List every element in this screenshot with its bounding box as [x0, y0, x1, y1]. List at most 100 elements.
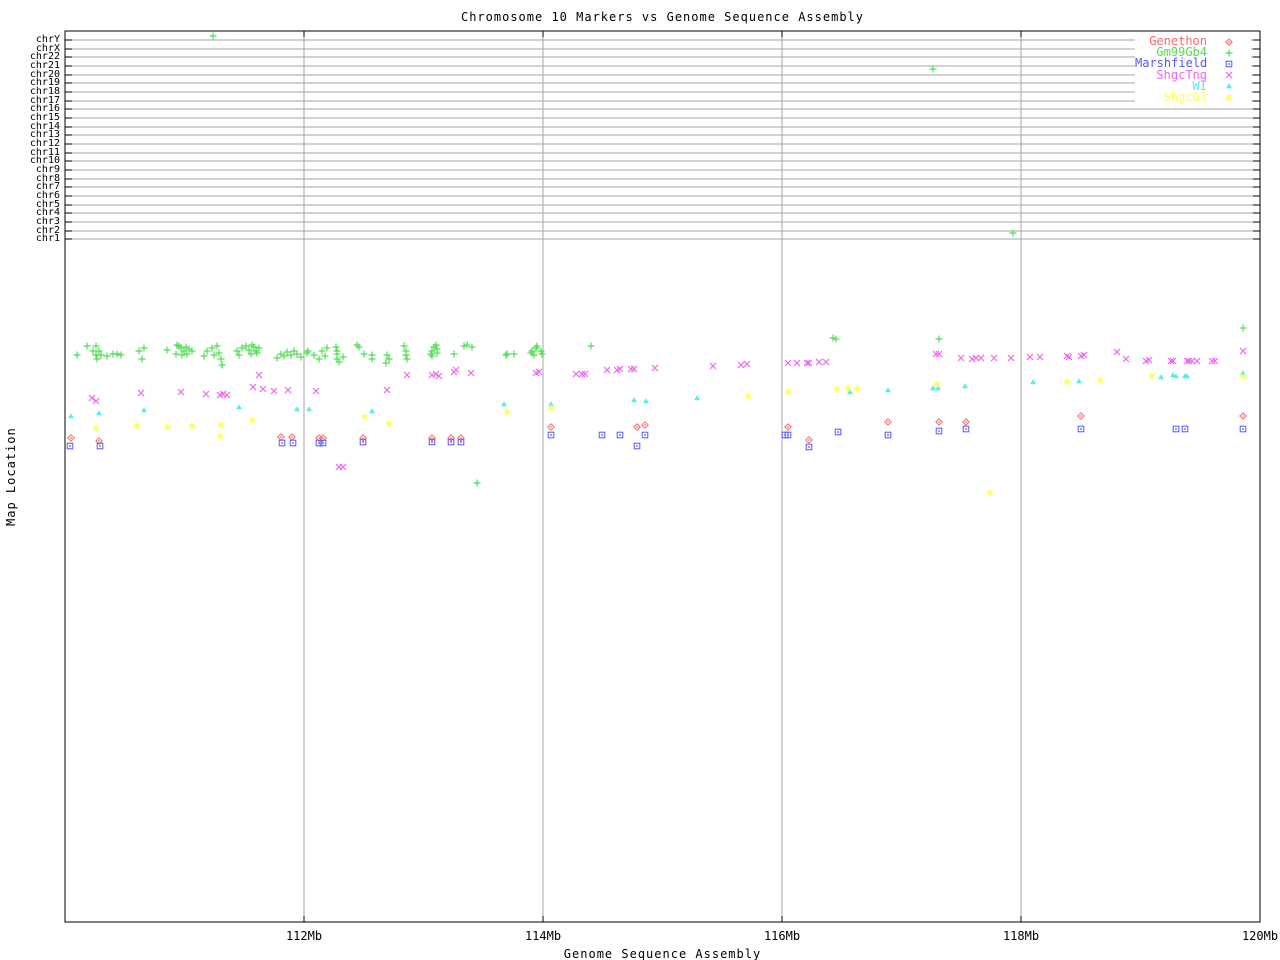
data-point-marker [1076, 378, 1082, 384]
data-point-marker [1181, 425, 1189, 433]
data-point-marker [977, 354, 985, 362]
data-point-marker [805, 443, 813, 451]
data-point-marker [310, 351, 318, 359]
diamond-dot-icon [1207, 36, 1251, 48]
data-point-marker [578, 370, 586, 378]
data-point-marker [884, 431, 892, 439]
data-point-marker [822, 358, 830, 366]
data-point-marker [633, 442, 641, 450]
star-icon [1207, 92, 1251, 104]
data-point-marker [248, 416, 256, 424]
data-point-marker [255, 371, 263, 379]
data-point-marker [986, 489, 994, 497]
y-axis-title: Map Location [4, 427, 18, 526]
data-point-marker [503, 350, 511, 358]
x-tick-label-116Mb: 116Mb [763, 929, 801, 943]
data-point-marker [1122, 355, 1130, 363]
data-point-marker [633, 423, 641, 431]
data-point-marker [1063, 378, 1071, 386]
data-point-marker [217, 355, 225, 363]
data-point-marker [1225, 60, 1233, 68]
data-point-marker [933, 380, 941, 388]
data-point-marker [935, 385, 941, 391]
data-point-marker [288, 433, 296, 441]
data-point-marker [1239, 425, 1247, 433]
data-point-marker [737, 361, 745, 369]
data-point-marker [1077, 412, 1085, 420]
x-tick-label-120Mb: 120Mb [1241, 929, 1279, 943]
x-tick-label-112Mb: 112Mb [285, 929, 323, 943]
data-point-marker [339, 353, 347, 361]
data-point-marker [1113, 348, 1121, 356]
legend-item-ShgcG3: ShgcG3 [1135, 90, 1251, 105]
data-point-marker [815, 358, 823, 366]
series-WI [68, 370, 1246, 419]
data-point-marker [368, 355, 376, 363]
data-point-marker [1030, 379, 1036, 385]
data-point-marker [360, 350, 368, 358]
data-point-marker [587, 342, 595, 350]
data-point-marker [361, 413, 369, 421]
plot-border [64, 30, 1261, 923]
data-point-marker [273, 354, 281, 362]
data-point-marker [270, 387, 278, 395]
data-point-marker [92, 397, 100, 405]
data-point-marker [450, 350, 458, 358]
data-point-marker [501, 401, 507, 407]
data-point-marker [935, 427, 943, 435]
data-point-marker [92, 424, 100, 432]
data-point-marker [616, 431, 624, 439]
chart-canvas: Chromosome 10 Markers vs Genome Sequence… [0, 0, 1280, 960]
data-point-marker [709, 362, 717, 370]
data-point-marker [598, 431, 606, 439]
data-point-marker [962, 425, 970, 433]
data-point-marker [369, 408, 375, 414]
plot-area [64, 30, 1261, 923]
x-tick-label-114Mb: 114Mb [524, 929, 562, 943]
data-point-marker [572, 370, 580, 378]
data-point-marker [581, 370, 589, 378]
data-point-marker [1148, 372, 1156, 380]
data-point-marker [403, 371, 411, 379]
data-point-marker [435, 372, 443, 380]
data-point-marker [447, 434, 455, 442]
data-point-marker [1158, 374, 1164, 380]
data-point-marker [217, 421, 225, 429]
data-point-marker [744, 392, 752, 400]
data-point-marker [935, 350, 943, 358]
data-point-marker [383, 386, 391, 394]
data-point-marker [359, 438, 367, 446]
data-point-marker [457, 434, 465, 442]
data-point-marker [428, 438, 436, 446]
data-point-marker [249, 383, 257, 391]
data-point-marker [1225, 49, 1233, 57]
data-point-marker [962, 418, 970, 426]
data-point-marker [641, 431, 649, 439]
data-point-marker [641, 421, 649, 429]
data-point-marker [96, 442, 104, 450]
data-point-marker [294, 406, 300, 412]
data-point-marker [1036, 353, 1044, 361]
data-point-marker [743, 360, 751, 368]
data-point-marker [627, 365, 635, 373]
data-point-marker [935, 418, 943, 426]
data-point-marker [278, 439, 286, 447]
data-point-marker [631, 397, 637, 403]
data-point-marker [784, 359, 792, 367]
data-point-marker [315, 355, 323, 363]
data-point-marker [885, 387, 891, 393]
data-point-marker [452, 366, 460, 374]
data-point-marker [784, 388, 792, 396]
data-point-marker [68, 413, 74, 419]
data-point-marker [853, 385, 861, 393]
data-point-marker [385, 419, 393, 427]
data-point-marker [163, 423, 171, 431]
data-point-marker [223, 391, 231, 399]
data-point-marker [1225, 71, 1233, 79]
data-point-marker [188, 422, 196, 430]
data-point-marker [510, 350, 518, 358]
legend-label: ShgcG3 [1163, 90, 1207, 105]
data-point-marker [428, 434, 436, 442]
data-point-marker [138, 355, 146, 363]
data-point-marker [1063, 352, 1071, 360]
